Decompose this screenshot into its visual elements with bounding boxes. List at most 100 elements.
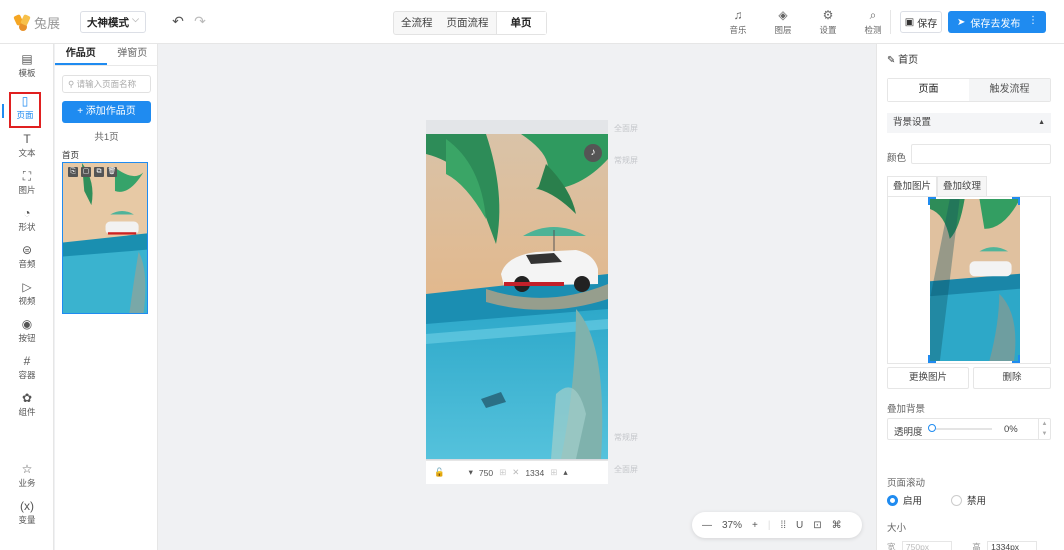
inspect-icon: ⌕: [869, 8, 877, 22]
size-width-label: 宽: [887, 542, 896, 550]
mode-select[interactable]: 大神模式 ⌵: [80, 11, 146, 33]
tab-work-pages[interactable]: 作品页: [55, 44, 107, 65]
sidebar-item-image[interactable]: ⛶ 图片: [0, 169, 54, 203]
page-search-input[interactable]: ⚲ 请输入页面名称: [62, 75, 151, 93]
crop-handle[interactable]: [1012, 197, 1020, 205]
tab-trigger-flow[interactable]: 触发流程: [969, 79, 1050, 101]
chevron-down-icon[interactable]: ▾: [469, 467, 473, 478]
sidebar-item-shape[interactable]: ◔ 形状: [0, 206, 54, 240]
crop-handle[interactable]: [928, 355, 936, 363]
scroll-disable-radio[interactable]: 禁用: [951, 493, 986, 507]
sidebar-item-page[interactable]: ▯ 页面: [9, 92, 41, 128]
flow-view-switch: 全流程 页面流程 单页: [393, 11, 547, 35]
ratio-icon: ⊞: [550, 467, 558, 477]
opacity-stepper[interactable]: ▲ ▼: [1038, 419, 1050, 439]
toolbar-layers-button[interactable]: ◈ 图层: [766, 7, 800, 39]
sidebar-item-business[interactable]: ☆ 业务: [0, 462, 54, 496]
tab-overlay-texture[interactable]: 叠加纹理: [937, 176, 988, 196]
sidebar-item-text[interactable]: T 文本: [0, 132, 54, 166]
sidebar-item-template[interactable]: ▤ 模板: [0, 52, 54, 86]
scroll-enable-radio[interactable]: 启用: [887, 493, 922, 507]
ruler-icon[interactable]: ⊡: [813, 520, 821, 531]
chevron-up-icon[interactable]: ▴: [563, 467, 567, 478]
zoom-in-button[interactable]: +: [752, 520, 758, 531]
copy-icon[interactable]: ⎘: [68, 167, 78, 177]
overlay-image-preview[interactable]: [887, 196, 1051, 364]
image-icon: ⛶: [22, 169, 32, 183]
sidebar-item-label: 业务: [18, 478, 36, 488]
replace-image-button[interactable]: 更换图片: [887, 367, 969, 389]
toolbar-music-button[interactable]: ♫ 音乐: [721, 7, 755, 39]
rabbit-logo-icon: [14, 13, 32, 31]
tab-single-page[interactable]: 单页: [495, 12, 546, 34]
panel-title-text: 首页: [898, 55, 919, 66]
zoom-out-button[interactable]: —: [702, 520, 712, 531]
properties-panel: ✎ 首页 页面 触发流程 背景设置 ▲ 颜色 叠加图片 叠加纹理 更换图片 删除…: [876, 44, 1064, 550]
delete-image-button[interactable]: 删除: [973, 367, 1051, 389]
sidebar-item-button[interactable]: ◉ 按钮: [0, 317, 54, 351]
duplicate-icon[interactable]: ⧉: [94, 167, 104, 177]
panel-tabs: 页面 触发流程: [887, 78, 1051, 102]
undo-icon[interactable]: ↶: [170, 13, 186, 29]
publish-button[interactable]: ➤ 保存去发布 ⋮: [948, 11, 1046, 33]
active-indicator: [2, 104, 4, 118]
size-height-input[interactable]: 1334px: [987, 541, 1038, 550]
audio-icon: ⊜: [21, 243, 33, 257]
size-width-input[interactable]: 750px: [901, 541, 952, 550]
background-settings-header[interactable]: 背景设置 ▲: [887, 113, 1051, 133]
tab-overlay-image[interactable]: 叠加图片: [887, 176, 938, 196]
shape-icon: ◔: [23, 206, 31, 220]
tab-page-flow[interactable]: 页面流程: [440, 12, 496, 34]
toolbar-inspect-label: 检测: [864, 25, 882, 35]
sidebar-item-container[interactable]: # 容器: [0, 354, 54, 388]
zoom-control: — 37% + | ⁞⁞ U ⊡ ⌘: [692, 512, 862, 538]
canvas-height-value[interactable]: 1334: [525, 468, 544, 478]
settings-icon: ⚙: [822, 8, 834, 22]
tab-page[interactable]: 页面: [888, 79, 969, 101]
toolbar-settings-button[interactable]: ⚙ 设置: [811, 7, 845, 39]
opacity-slider-handle[interactable]: [928, 424, 936, 432]
background-image[interactable]: [426, 134, 608, 459]
redo-icon[interactable]: ↷: [192, 13, 208, 29]
sidebar-item-video[interactable]: ▷ 视频: [0, 280, 54, 314]
sidebar-item-label: 模板: [18, 68, 36, 78]
add-page-button[interactable]: + 添加作品页: [62, 101, 151, 123]
save-label: 保存: [917, 18, 938, 30]
sidebar-item-audio[interactable]: ⊜ 音频: [0, 243, 54, 277]
canvas-width-value[interactable]: 750: [479, 468, 493, 478]
divider: [890, 10, 891, 34]
lock-icon[interactable]: 🔓: [434, 467, 445, 478]
close-icon[interactable]: ✕: [512, 467, 519, 478]
sidebar-item-variable[interactable]: (x) 变量: [0, 499, 54, 533]
grid-icon[interactable]: ⁞⁞: [780, 520, 786, 531]
bookmark-icon[interactable]: ▢: [81, 167, 91, 177]
background-settings-label: 背景设置: [893, 117, 932, 128]
toolbar-settings-label: 设置: [819, 25, 837, 35]
magnet-icon[interactable]: U: [796, 520, 803, 531]
radio-unchecked-icon: [951, 494, 962, 506]
color-input[interactable]: [911, 144, 1051, 164]
sidebar-item-label: 音频: [18, 259, 36, 269]
variable-icon: (x): [20, 499, 34, 513]
app-logo[interactable]: 兔展: [14, 10, 60, 34]
beach-car-art: [426, 134, 608, 459]
business-icon: ☆: [21, 462, 33, 476]
opacity-slider-track[interactable]: [936, 428, 992, 430]
link-icon: ⊞: [499, 467, 507, 477]
tab-full-flow[interactable]: 全流程: [394, 12, 440, 34]
toolbar-inspect-button[interactable]: ⌕ 检测: [856, 7, 890, 39]
safe-area-top: [426, 120, 608, 134]
sidebar-item-component[interactable]: ✿ 组件: [0, 391, 54, 425]
crop-handle[interactable]: [1012, 355, 1020, 363]
tab-popup-pages[interactable]: 弹窗页: [107, 44, 159, 65]
crop-handle[interactable]: [928, 197, 936, 205]
page-canvas[interactable]: ♪ 🔓 ▾ 750 ⊞ ✕ 1334 ⊞ ▴: [426, 120, 608, 484]
save-button[interactable]: ▣ 保存: [900, 11, 942, 33]
more-icon[interactable]: ⋮: [1028, 15, 1038, 26]
overlay-image-art: [930, 199, 1020, 361]
shortcut-icon[interactable]: ⌘: [832, 520, 842, 531]
opacity-value[interactable]: 0%: [1004, 424, 1018, 435]
delete-icon[interactable]: 🗑: [107, 167, 117, 177]
page-thumbnail[interactable]: ⎘ ▢ ⧉ 🗑: [62, 162, 148, 314]
music-note-icon[interactable]: ♪: [584, 144, 602, 162]
